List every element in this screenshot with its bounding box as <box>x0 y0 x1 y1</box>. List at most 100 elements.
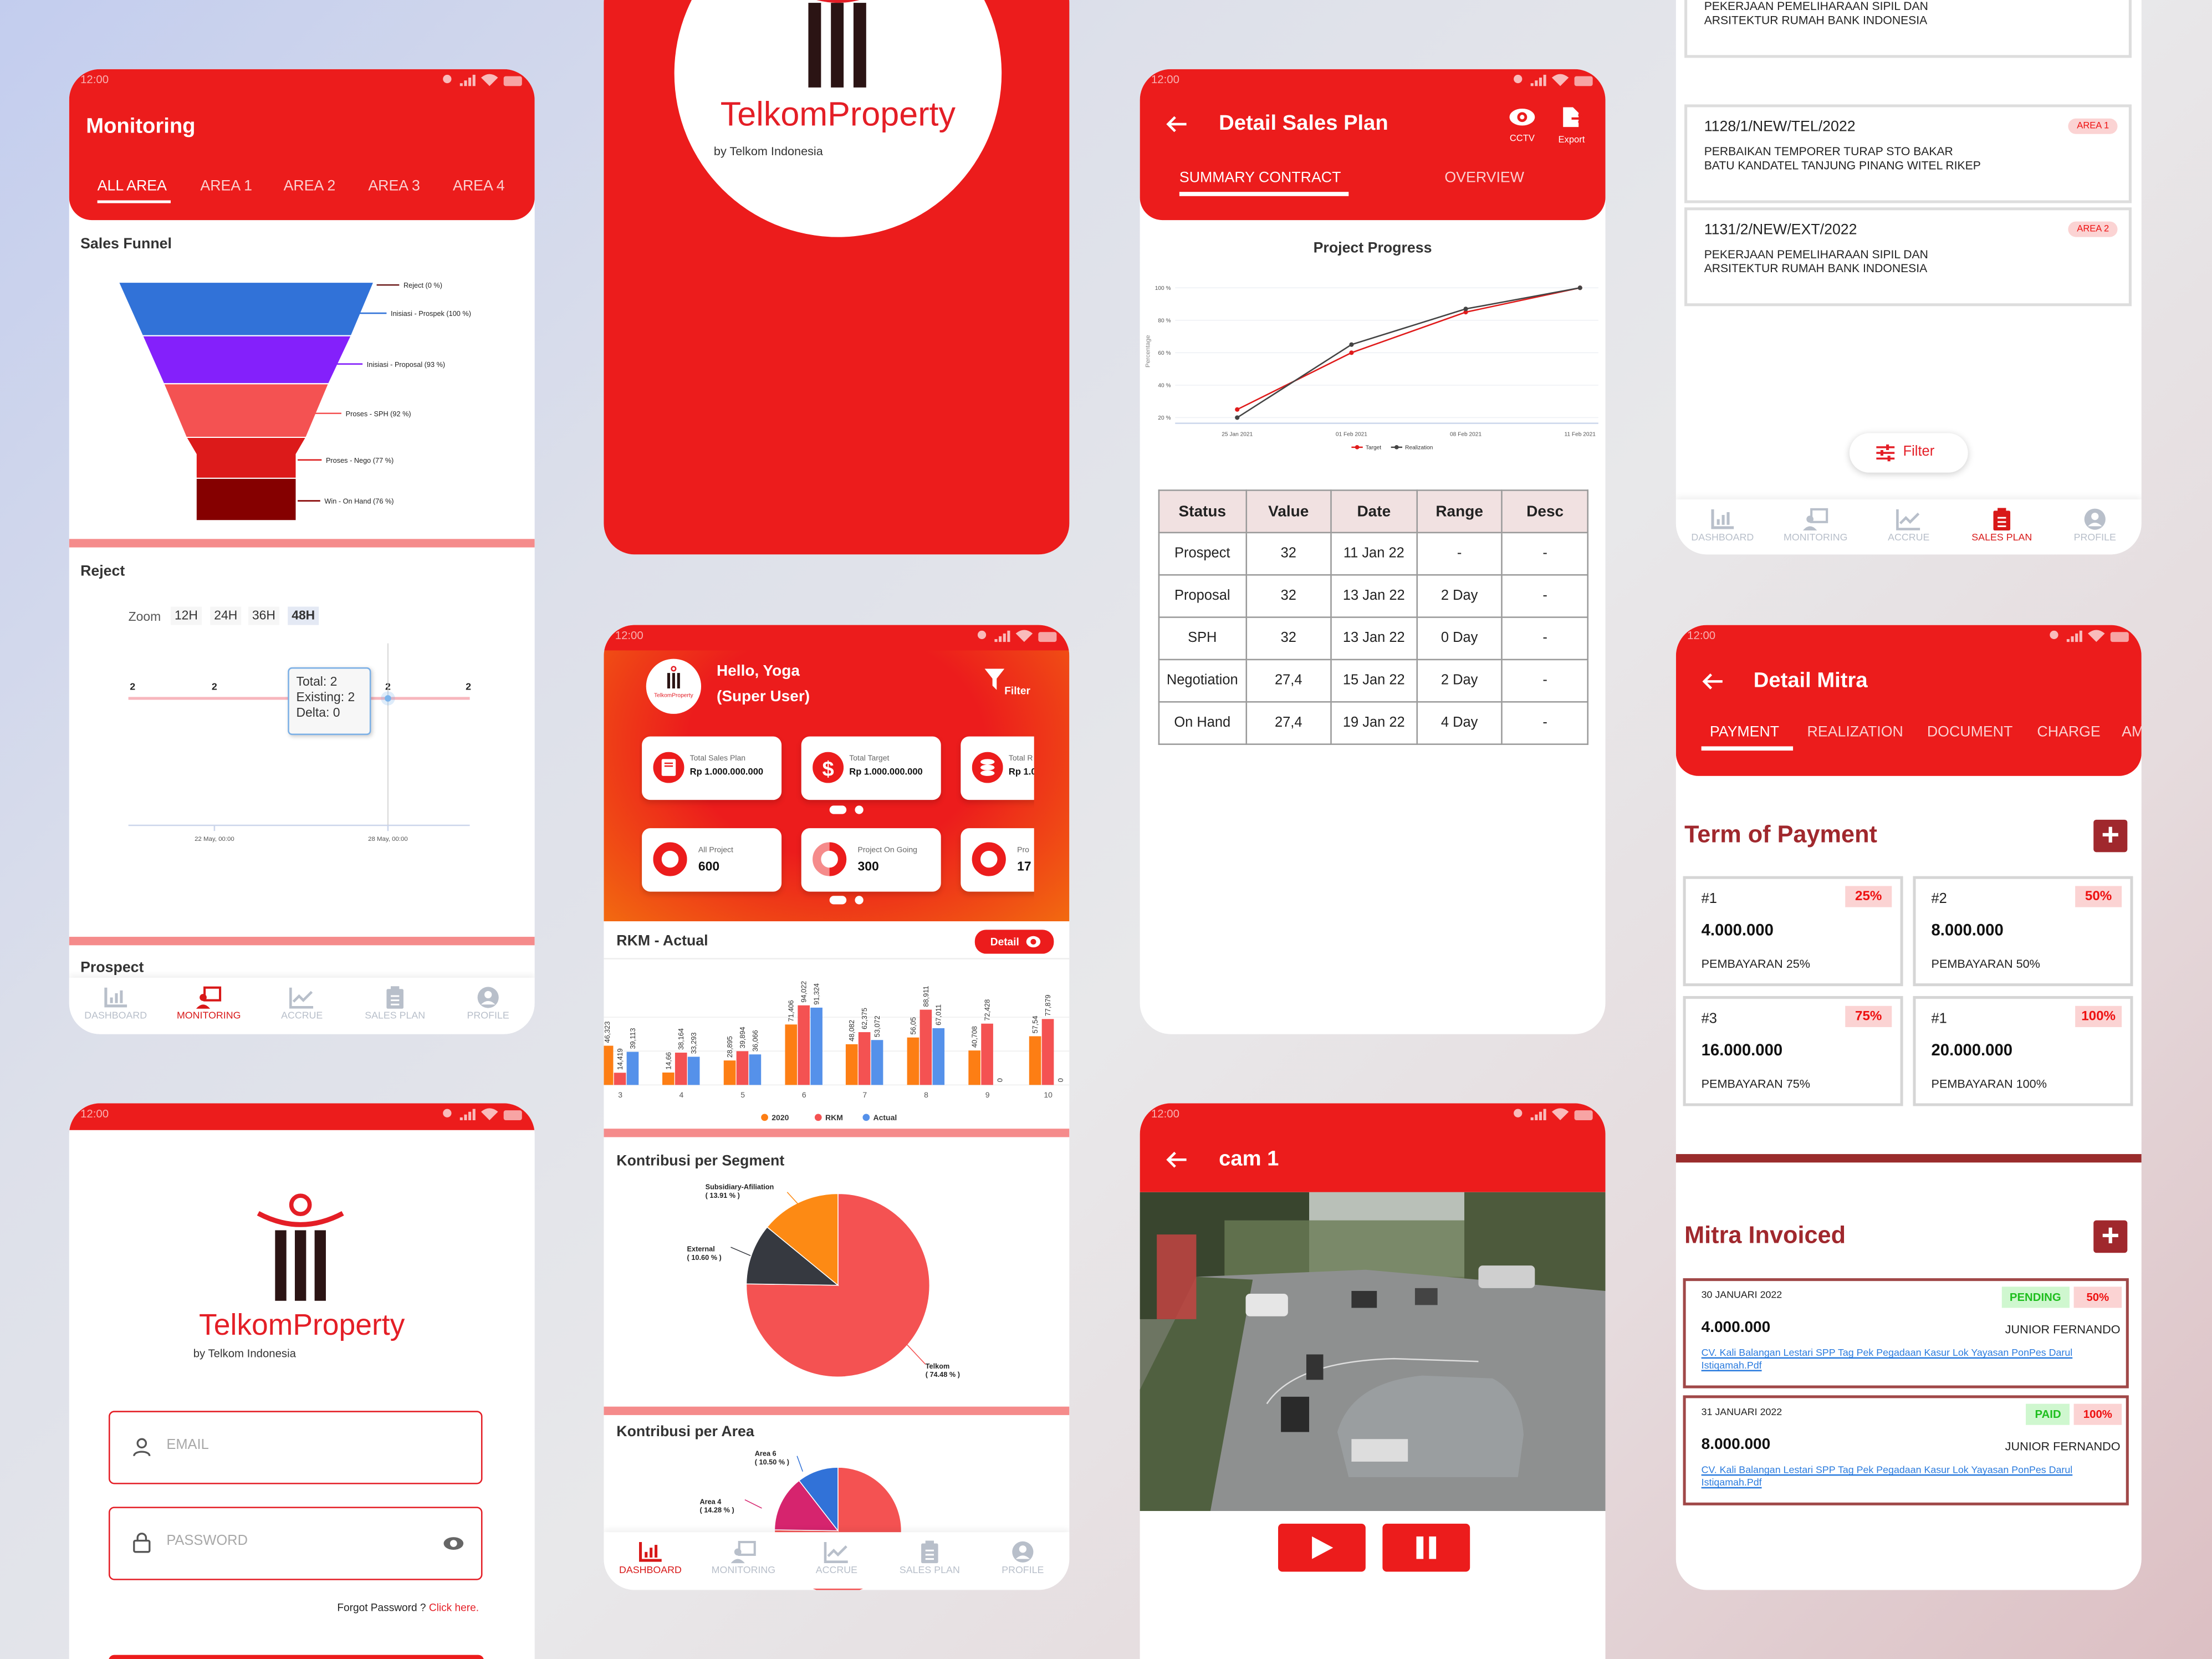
user-icon <box>133 1438 151 1457</box>
invoice-card[interactable]: 31 JANUARI 2022 PAID 100% 8.000.000 JUNIOR F… <box>1683 1395 2129 1505</box>
back-arrow-icon[interactable] <box>1165 1151 1188 1168</box>
forgot-password-text: Forgot Password ? <box>337 1601 429 1614</box>
cctv-video-feed[interactable] <box>1140 1192 1606 1512</box>
legend-marker <box>1355 445 1360 450</box>
password-field[interactable]: PASSWORD <box>108 1507 483 1580</box>
login-button[interactable] <box>108 1655 484 1659</box>
nav-item-monitoring[interactable]: MONITORING <box>162 978 256 1034</box>
sales-plan-card[interactable]: 1131/2/NEW/EXT/2022AREA 2PEKERJAAN PEMEL… <box>1684 207 2132 307</box>
bar-chart-icon <box>1711 509 1734 529</box>
leader-line <box>744 1499 762 1509</box>
term-label: PEMBAYARAN 75% <box>1701 1076 1811 1091</box>
play-icon <box>1312 1536 1334 1559</box>
signal-icon <box>2066 630 2082 642</box>
nav-item-dashboard[interactable]: DASHBOARD <box>69 978 162 1034</box>
term-card[interactable]: #1 25% 4.000.000 PEMBAYARAN 25% <box>1683 876 1903 987</box>
nav-label: ACCRUE <box>815 1566 857 1576</box>
nav-item-sales-plan[interactable]: SALES PLAN <box>883 1532 976 1589</box>
term-percent-badge: 50% <box>2075 886 2122 907</box>
email-field[interactable]: EMAIL <box>108 1411 483 1484</box>
table-row: SPH 32 13 Jan 22 0 Day - <box>1158 616 1588 661</box>
term-card[interactable]: #1 100% 20.000.000 PEMBAYARAN 100% <box>1913 996 2133 1106</box>
profile-icon <box>1012 1541 1034 1563</box>
battery-icon <box>1574 1110 1593 1120</box>
data-point <box>1235 407 1240 412</box>
nav-item-sales-plan[interactable]: SALES PLAN <box>1955 499 2048 554</box>
forgot-password-link[interactable]: Click here. <box>429 1601 479 1614</box>
nav-item-accrue[interactable]: ACCRUE <box>790 1532 883 1589</box>
splash-screen: TelkomProperty by Telkom Indonesia <box>604 0 1070 555</box>
y-tick-label: 100 % <box>1155 285 1171 292</box>
data-point <box>1463 307 1468 312</box>
invoice-card[interactable]: 30 JANUARI 2022 PENDING 50% 4.000.000 JUNIOR… <box>1683 1278 2129 1389</box>
table-cell: 13 Jan 22 <box>1330 616 1418 661</box>
invoice-status-badge: PENDING <box>2001 1287 2070 1308</box>
filter-button[interactable]: Filter <box>1849 433 1968 473</box>
mockup-canvas: 12:00 Monitoring Sales Funnel Reject (0 … <box>0 0 2212 1659</box>
tab-area-1[interactable]: AREA 1 <box>200 178 252 195</box>
slice-label: Area 6 <box>755 1449 777 1458</box>
wifi-icon <box>1551 1108 1569 1120</box>
invoice-percent-badge: 100% <box>2073 1403 2122 1425</box>
add-term-button[interactable]: + <box>2093 819 2128 853</box>
nav-item-profile[interactable]: PROFILE <box>976 1532 1069 1589</box>
signal-icon <box>459 1109 476 1120</box>
zoom-48h-button[interactable]: 48H <box>288 606 319 625</box>
tab-charge[interactable]: CHARGE <box>2037 724 2100 741</box>
table-row: Prospect 32 11 Jan 22- - <box>1158 532 1588 576</box>
nav-item-accrue[interactable]: ACCRUE <box>1862 499 1955 554</box>
back-arrow-icon[interactable] <box>1702 673 1724 690</box>
term-number: #1 <box>1701 891 1717 907</box>
nav-item-profile[interactable]: PROFILE <box>442 978 535 1034</box>
tab-document[interactable]: DOCUMENT <box>1927 724 2012 741</box>
mitra-invoiced-title: Mitra Invoiced <box>1684 1222 1846 1249</box>
x-tick-label: 08 Feb 2021 <box>1450 431 1482 437</box>
nav-item-monitoring[interactable]: MONITORING <box>1769 499 1862 554</box>
monitoring-screen: 12:00 Monitoring Sales Funnel Reject (0 … <box>69 69 535 1034</box>
zoom-12h-button[interactable]: 12H <box>170 606 202 625</box>
column-header: Desc <box>1501 489 1588 534</box>
slice-value-label: ( 10.50 % ) <box>755 1458 789 1466</box>
sales-plan-card[interactable]: 1128/1/NEW/TEL/2022 AREA 1 PERBAIKAN TEMPO… <box>1684 104 2132 203</box>
nav-item-profile[interactable]: PROFILE <box>2048 499 2142 554</box>
pause-button[interactable] <box>1382 1523 1470 1572</box>
nav-item-monitoring[interactable]: MONITORING <box>697 1532 790 1589</box>
zoom-36h-button[interactable]: 36H <box>248 606 279 625</box>
table-cell: 19 Jan 22 <box>1330 701 1418 745</box>
tab-payment[interactable]: PAYMENT <box>1710 724 1779 741</box>
sales-plan-card[interactable]: 1131/2/NEW/EXT/2022AREA 2PEKERJAAN PEMEL… <box>1684 0 2132 58</box>
column-header: Status <box>1158 489 1247 534</box>
invoice-file-link[interactable]: CV. Kali Balangan Lestari SPP Tag Pek Pe… <box>1702 1347 2111 1373</box>
nav-item-accrue[interactable]: ACCRUE <box>256 978 349 1034</box>
tab-am[interactable]: AM <box>2122 724 2142 741</box>
table-cell: - <box>1501 701 1588 745</box>
nav-label: ACCRUE <box>281 1011 323 1022</box>
add-invoice-button[interactable]: + <box>2093 1219 2128 1253</box>
nav-label: PROFILE <box>467 1011 509 1022</box>
term-card[interactable]: #2 50% 8.000.000 PEMBAYARAN 50% <box>1913 876 2133 987</box>
nav-item-dashboard[interactable]: DASHBOARD <box>604 1532 697 1589</box>
tab-all-area[interactable]: ALL AREA <box>98 178 167 195</box>
play-button[interactable] <box>1278 1523 1366 1572</box>
tab-area-2[interactable]: AREA 2 <box>284 178 336 195</box>
nav-item-dashboard[interactable]: DASHBOARD <box>1676 499 1769 554</box>
dashboard-screen: 12:00 TelkomProperty Hello, Yoga (Super … <box>604 625 1070 1590</box>
y-tick-label: 60 % <box>1158 350 1171 356</box>
tab-area-4[interactable]: AREA 4 <box>453 178 505 195</box>
eye-icon[interactable] <box>443 1537 464 1550</box>
term-card[interactable]: #3 75% 16.000.000 PEMBAYARAN 75% <box>1683 996 1903 1106</box>
table-cell: 2 Day <box>1416 574 1503 618</box>
monitoring-icon <box>730 1540 756 1564</box>
legend-label: Target <box>1366 445 1381 451</box>
table-cell: 13 Jan 22 <box>1330 574 1418 618</box>
lock-icon <box>133 1533 151 1553</box>
tab-area-3[interactable]: AREA 3 <box>368 178 420 195</box>
password-placeholder: PASSWORD <box>166 1533 248 1549</box>
zoom-24h-button[interactable]: 24H <box>210 606 242 625</box>
nav-item-sales-plan[interactable]: SALES PLAN <box>349 978 442 1034</box>
location-icon <box>1514 1109 1523 1117</box>
tab-realization[interactable]: REALIZATION <box>1807 724 1903 741</box>
invoice-file-link[interactable]: CV. Kali Balangan Lestari SPP Tag Pek Pe… <box>1702 1464 2111 1490</box>
data-label: 2 <box>212 681 217 692</box>
term-percent-badge: 100% <box>2075 1005 2122 1027</box>
